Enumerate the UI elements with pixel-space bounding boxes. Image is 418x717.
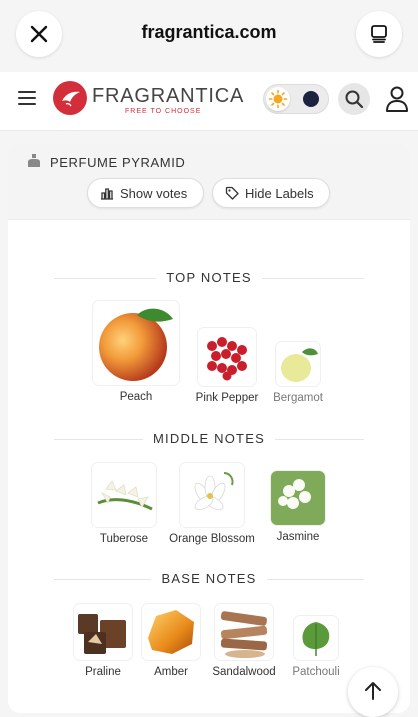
note-name: Jasmine <box>276 531 320 543</box>
note-name: Tuberose <box>99 533 149 545</box>
pyramid-title: PERFUME PYRAMID <box>50 155 186 170</box>
note-praline[interactable]: Praline <box>72 604 134 678</box>
bar-chart-icon <box>101 188 113 200</box>
note-tuberose[interactable]: Tuberose <box>90 463 158 545</box>
hide-labels-label: Hide Labels <box>245 185 314 201</box>
user-button[interactable] <box>384 85 410 113</box>
logo-text[interactable]: FRAGRANTICA <box>92 85 244 108</box>
note-amber[interactable]: Amber <box>140 604 202 678</box>
base-notes-heading: BASE NOTES <box>8 569 410 589</box>
site-header: FRAGRANTICA FREE TO CHOOSE <box>0 72 418 131</box>
sandalwood-image <box>215 604 273 660</box>
note-name: Patchouli <box>292 666 340 678</box>
note-jasmine[interactable]: Jasmine <box>268 471 328 543</box>
note-patchouli[interactable]: Patchouli <box>288 616 344 678</box>
note-peach[interactable]: Peach <box>88 301 184 403</box>
perfume-bottle-icon <box>28 154 40 167</box>
top-notes-title: TOP NOTES <box>156 270 262 285</box>
note-sandalwood[interactable]: Sandalwood <box>208 604 280 678</box>
note-name: Amber <box>154 666 188 678</box>
arrow-up-icon <box>365 682 381 700</box>
note-name: Pink Pepper <box>195 392 259 404</box>
search-icon <box>345 90 364 109</box>
top-notes-heading: TOP NOTES <box>8 268 410 288</box>
moon-icon <box>303 91 319 107</box>
jasmine-image <box>271 471 325 525</box>
peach-image <box>93 301 179 385</box>
orange-blossom-image <box>180 463 244 527</box>
scroll-to-top-button[interactable] <box>348 667 398 717</box>
menu-icon[interactable] <box>18 91 36 105</box>
praline-image <box>74 604 132 660</box>
middle-notes-heading: MIDDLE NOTES <box>8 429 410 449</box>
base-notes-title: BASE NOTES <box>151 571 267 586</box>
browser-toolbar: fragrantica.com <box>0 0 418 72</box>
tag-icon <box>225 186 239 200</box>
tabs-icon <box>371 25 387 43</box>
amber-image <box>142 604 200 660</box>
middle-notes-title: MIDDLE NOTES <box>143 431 275 446</box>
tabs-button[interactable] <box>356 11 402 57</box>
tuberose-image <box>92 463 156 527</box>
note-name: Peach <box>119 391 153 403</box>
theme-toggle[interactable] <box>263 84 329 114</box>
note-name: Sandalwood <box>212 666 276 678</box>
perfume-pyramid-card: PERFUME PYRAMID Show votes Hide Labels T… <box>8 143 410 713</box>
note-pink-pepper[interactable]: Pink Pepper <box>189 328 265 404</box>
note-orange-blossom[interactable]: Orange Blossom <box>168 463 256 545</box>
pink-pepper-image <box>198 328 256 386</box>
bergamot-image <box>276 342 320 386</box>
patchouli-image <box>294 616 338 660</box>
note-name: Praline <box>85 666 121 678</box>
show-votes-button[interactable]: Show votes <box>87 178 204 208</box>
search-button[interactable] <box>338 83 370 115</box>
hide-labels-button[interactable]: Hide Labels <box>212 178 330 208</box>
user-icon <box>386 86 408 112</box>
pyramid-header: PERFUME PYRAMID Show votes Hide Labels <box>8 143 410 220</box>
sun-icon <box>266 87 290 111</box>
note-name: Bergamot <box>273 392 323 404</box>
logo-icon[interactable] <box>53 81 87 115</box>
logo-tagline: FREE TO CHOOSE <box>125 108 202 115</box>
note-name: Orange Blossom <box>169 533 255 545</box>
show-votes-label: Show votes <box>120 185 188 201</box>
note-bergamot[interactable]: Bergamot <box>268 342 328 404</box>
